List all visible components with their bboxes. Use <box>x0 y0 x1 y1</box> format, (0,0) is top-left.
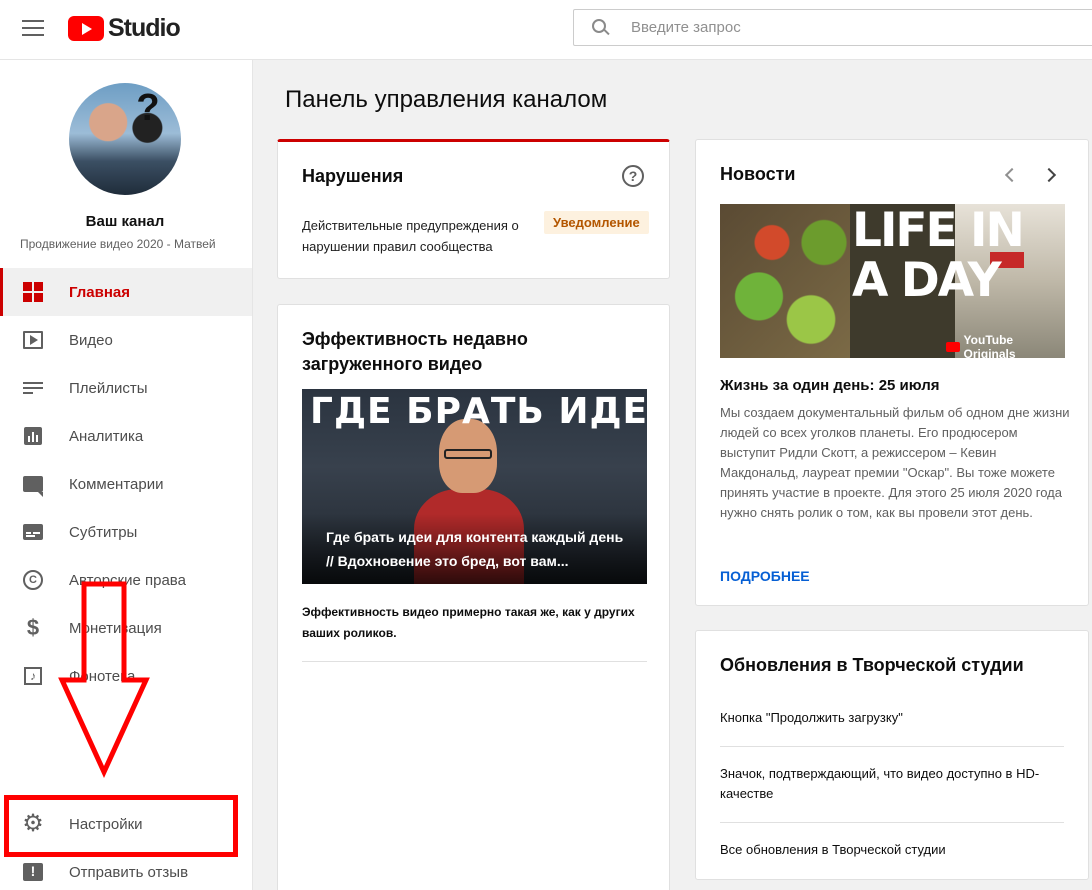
news-headline: Жизнь за один день: 25 июля <box>720 377 940 394</box>
update-item[interactable]: Все обновления в Творческой студии <box>720 840 1064 860</box>
violations-title: Нарушения <box>302 166 404 186</box>
sidebar-item-subtitles[interactable]: Субтитры <box>0 508 252 556</box>
sidebar-item-playlists[interactable]: Плейлисты <box>0 364 252 412</box>
sidebar-item-monetization[interactable]: $ Монетизация <box>0 604 252 652</box>
divider <box>720 822 1064 823</box>
sidebar-item-label: Отправить отзыв <box>69 863 189 881</box>
channel-subtitle: Продвижение видео 2020 - Матвей <box>20 237 216 251</box>
divider <box>302 661 647 662</box>
video-title[interactable]: Где брать идеи для контента каждый день … <box>326 525 626 573</box>
video-icon <box>22 329 44 351</box>
playlist-icon <box>22 377 44 399</box>
channel-avatar[interactable]: ? <box>69 83 181 195</box>
sidebar-item-label: Авторские права <box>69 571 186 589</box>
news-image-text: LIFE IN A DAY <box>852 204 1025 308</box>
dashboard-icon <box>22 281 44 303</box>
status-badge: Уведомление <box>544 211 649 234</box>
sidebar-item-feedback[interactable]: ! Отправить отзыв <box>0 848 252 890</box>
sidebar-item-label: Видео <box>69 331 113 349</box>
search-input[interactable] <box>631 19 1051 36</box>
avatar-question-mark: ? <box>136 87 160 129</box>
update-item[interactable]: Кнопка "Продолжить загрузку" <box>720 708 1064 728</box>
sidebar-item-comments[interactable]: Комментарии <box>0 460 252 508</box>
gear-icon: ⚙ <box>22 810 44 837</box>
sidebar-item-label: Фонотека <box>69 667 136 685</box>
performance-title: Эффективность недавно загруженного видео <box>302 329 528 374</box>
violations-text: Действительные предупреждения о нарушени… <box>302 218 519 254</box>
studio-updates-card: Обновления в Творческой студии Кнопка "П… <box>695 630 1089 880</box>
channel-name: Ваш канал <box>85 213 165 230</box>
sidebar-item-label: Главная <box>69 283 131 301</box>
chevron-left-icon[interactable] <box>1002 166 1020 184</box>
sidebar-item-label: Субтитры <box>69 523 138 541</box>
comment-icon <box>22 473 44 497</box>
logo-text: Studio <box>108 13 181 42</box>
sidebar: ? Ваш канал Продвижение видео 2020 - Мат… <box>0 60 253 890</box>
recent-video-performance-card: Эффективность недавно загруженного видео… <box>277 304 670 890</box>
menu-icon[interactable] <box>22 20 44 38</box>
sidebar-bottom-nav: ⚙ Настройки ! Отправить отзыв <box>0 800 252 890</box>
sidebar-item-label: Аналитика <box>69 427 144 445</box>
analytics-icon <box>22 425 44 447</box>
news-body: Мы создаем документальный фильм об одном… <box>720 405 1070 520</box>
search-icon <box>591 18 611 38</box>
feedback-icon: ! <box>22 861 44 883</box>
sidebar-item-label: Плейлисты <box>69 379 148 397</box>
sidebar-item-label: Монетизация <box>69 619 162 637</box>
chevron-right-icon[interactable] <box>1042 166 1060 184</box>
more-link[interactable]: ПОДРОБНЕЕ <box>720 568 810 584</box>
update-item[interactable]: Значок, подтверждающий, что видео доступ… <box>720 764 1064 804</box>
page-title: Панель управления каналом <box>285 86 608 113</box>
studio-logo[interactable]: Studio <box>68 13 181 42</box>
sidebar-nav: Главная Видео Плейлисты Аналитика Коммен… <box>0 268 252 700</box>
news-title: Новости <box>720 164 796 184</box>
help-icon[interactable]: ? <box>622 165 644 187</box>
sidebar-item-dashboard[interactable]: Главная <box>0 268 252 316</box>
top-app-bar: Studio <box>0 0 1092 60</box>
vegetable-market-image <box>720 204 850 358</box>
copyright-icon: C <box>22 569 44 591</box>
subtitles-icon <box>22 521 44 543</box>
performance-summary: Эффективность видео примерно такая же, к… <box>302 605 635 640</box>
sidebar-item-video[interactable]: Видео <box>0 316 252 364</box>
video-thumbnail[interactable]: ГДЕ БРАТЬ ИДЕИ Где брать идеи для контен… <box>302 389 647 584</box>
sidebar-item-audio-library[interactable]: ♪ Фонотека <box>0 652 252 700</box>
dollar-icon: $ <box>26 615 40 640</box>
sidebar-item-copyright[interactable]: C Авторские права <box>0 556 252 604</box>
updates-title: Обновления в Творческой студии <box>720 655 1024 675</box>
thumbnail-headline: ГДЕ БРАТЬ ИДЕИ <box>310 391 647 432</box>
news-card: Новости LIFE IN A DAY YouTube Originals … <box>695 139 1089 606</box>
sidebar-item-label: Комментарии <box>69 475 164 493</box>
youtube-logo-icon <box>68 15 104 41</box>
audio-library-icon: ♪ <box>22 665 44 687</box>
sidebar-item-label: Настройки <box>69 815 143 833</box>
divider <box>720 746 1064 747</box>
sidebar-item-analytics[interactable]: Аналитика <box>0 412 252 460</box>
news-image[interactable]: LIFE IN A DAY YouTube Originals <box>720 204 1065 358</box>
news-carousel-controls <box>1002 166 1060 184</box>
violations-card: Нарушения ? Действительные предупреждени… <box>277 139 670 279</box>
search-box[interactable] <box>573 9 1092 46</box>
sidebar-item-settings[interactable]: ⚙ Настройки <box>0 800 252 848</box>
youtube-originals-badge: YouTube Originals <box>946 333 1065 358</box>
